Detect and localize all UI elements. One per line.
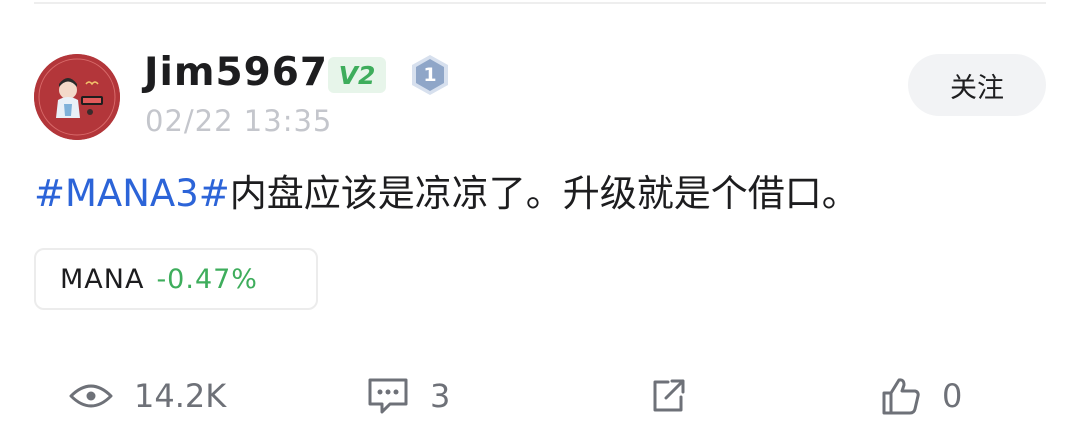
avatar-image [34, 54, 120, 140]
follow-button[interactable]: 关注 [908, 54, 1046, 116]
ticker-symbol: MANA [60, 263, 145, 295]
comments-count: 3 [430, 377, 451, 415]
post-card: Jim5967 V2 1 02/22 13:35 关注 #MANA3#内盘应该是… [0, 0, 1080, 443]
likes-count: 0 [942, 377, 963, 415]
level-badge-number: 1 [423, 64, 437, 86]
comment-button[interactable]: 3 [366, 372, 450, 420]
like-button[interactable]: 0 [880, 372, 962, 420]
username[interactable]: Jim5967 [144, 50, 328, 95]
views-count: 14.2K [134, 377, 227, 415]
thumbs-up-icon [882, 378, 920, 415]
post-text: 内盘应该是凉凉了。升级就是个借口。 [229, 172, 859, 215]
hashtag-link[interactable]: #MANA3# [34, 172, 230, 215]
ticker-change: -0.47% [156, 263, 258, 295]
top-divider [34, 2, 1046, 4]
eye-icon [69, 384, 113, 408]
avatar[interactable] [34, 54, 120, 140]
post-body: #MANA3#内盘应该是凉凉了。升级就是个借口。 [34, 168, 859, 220]
vip-badge: V2 [328, 57, 386, 93]
post-timestamp: 02/22 13:35 [145, 104, 333, 138]
views-stat: 14.2K [68, 372, 226, 420]
share-icon [653, 379, 685, 412]
ticker-chip[interactable]: MANA -0.47% [34, 248, 318, 310]
share-button[interactable] [648, 372, 688, 420]
comment-icon [368, 378, 408, 414]
